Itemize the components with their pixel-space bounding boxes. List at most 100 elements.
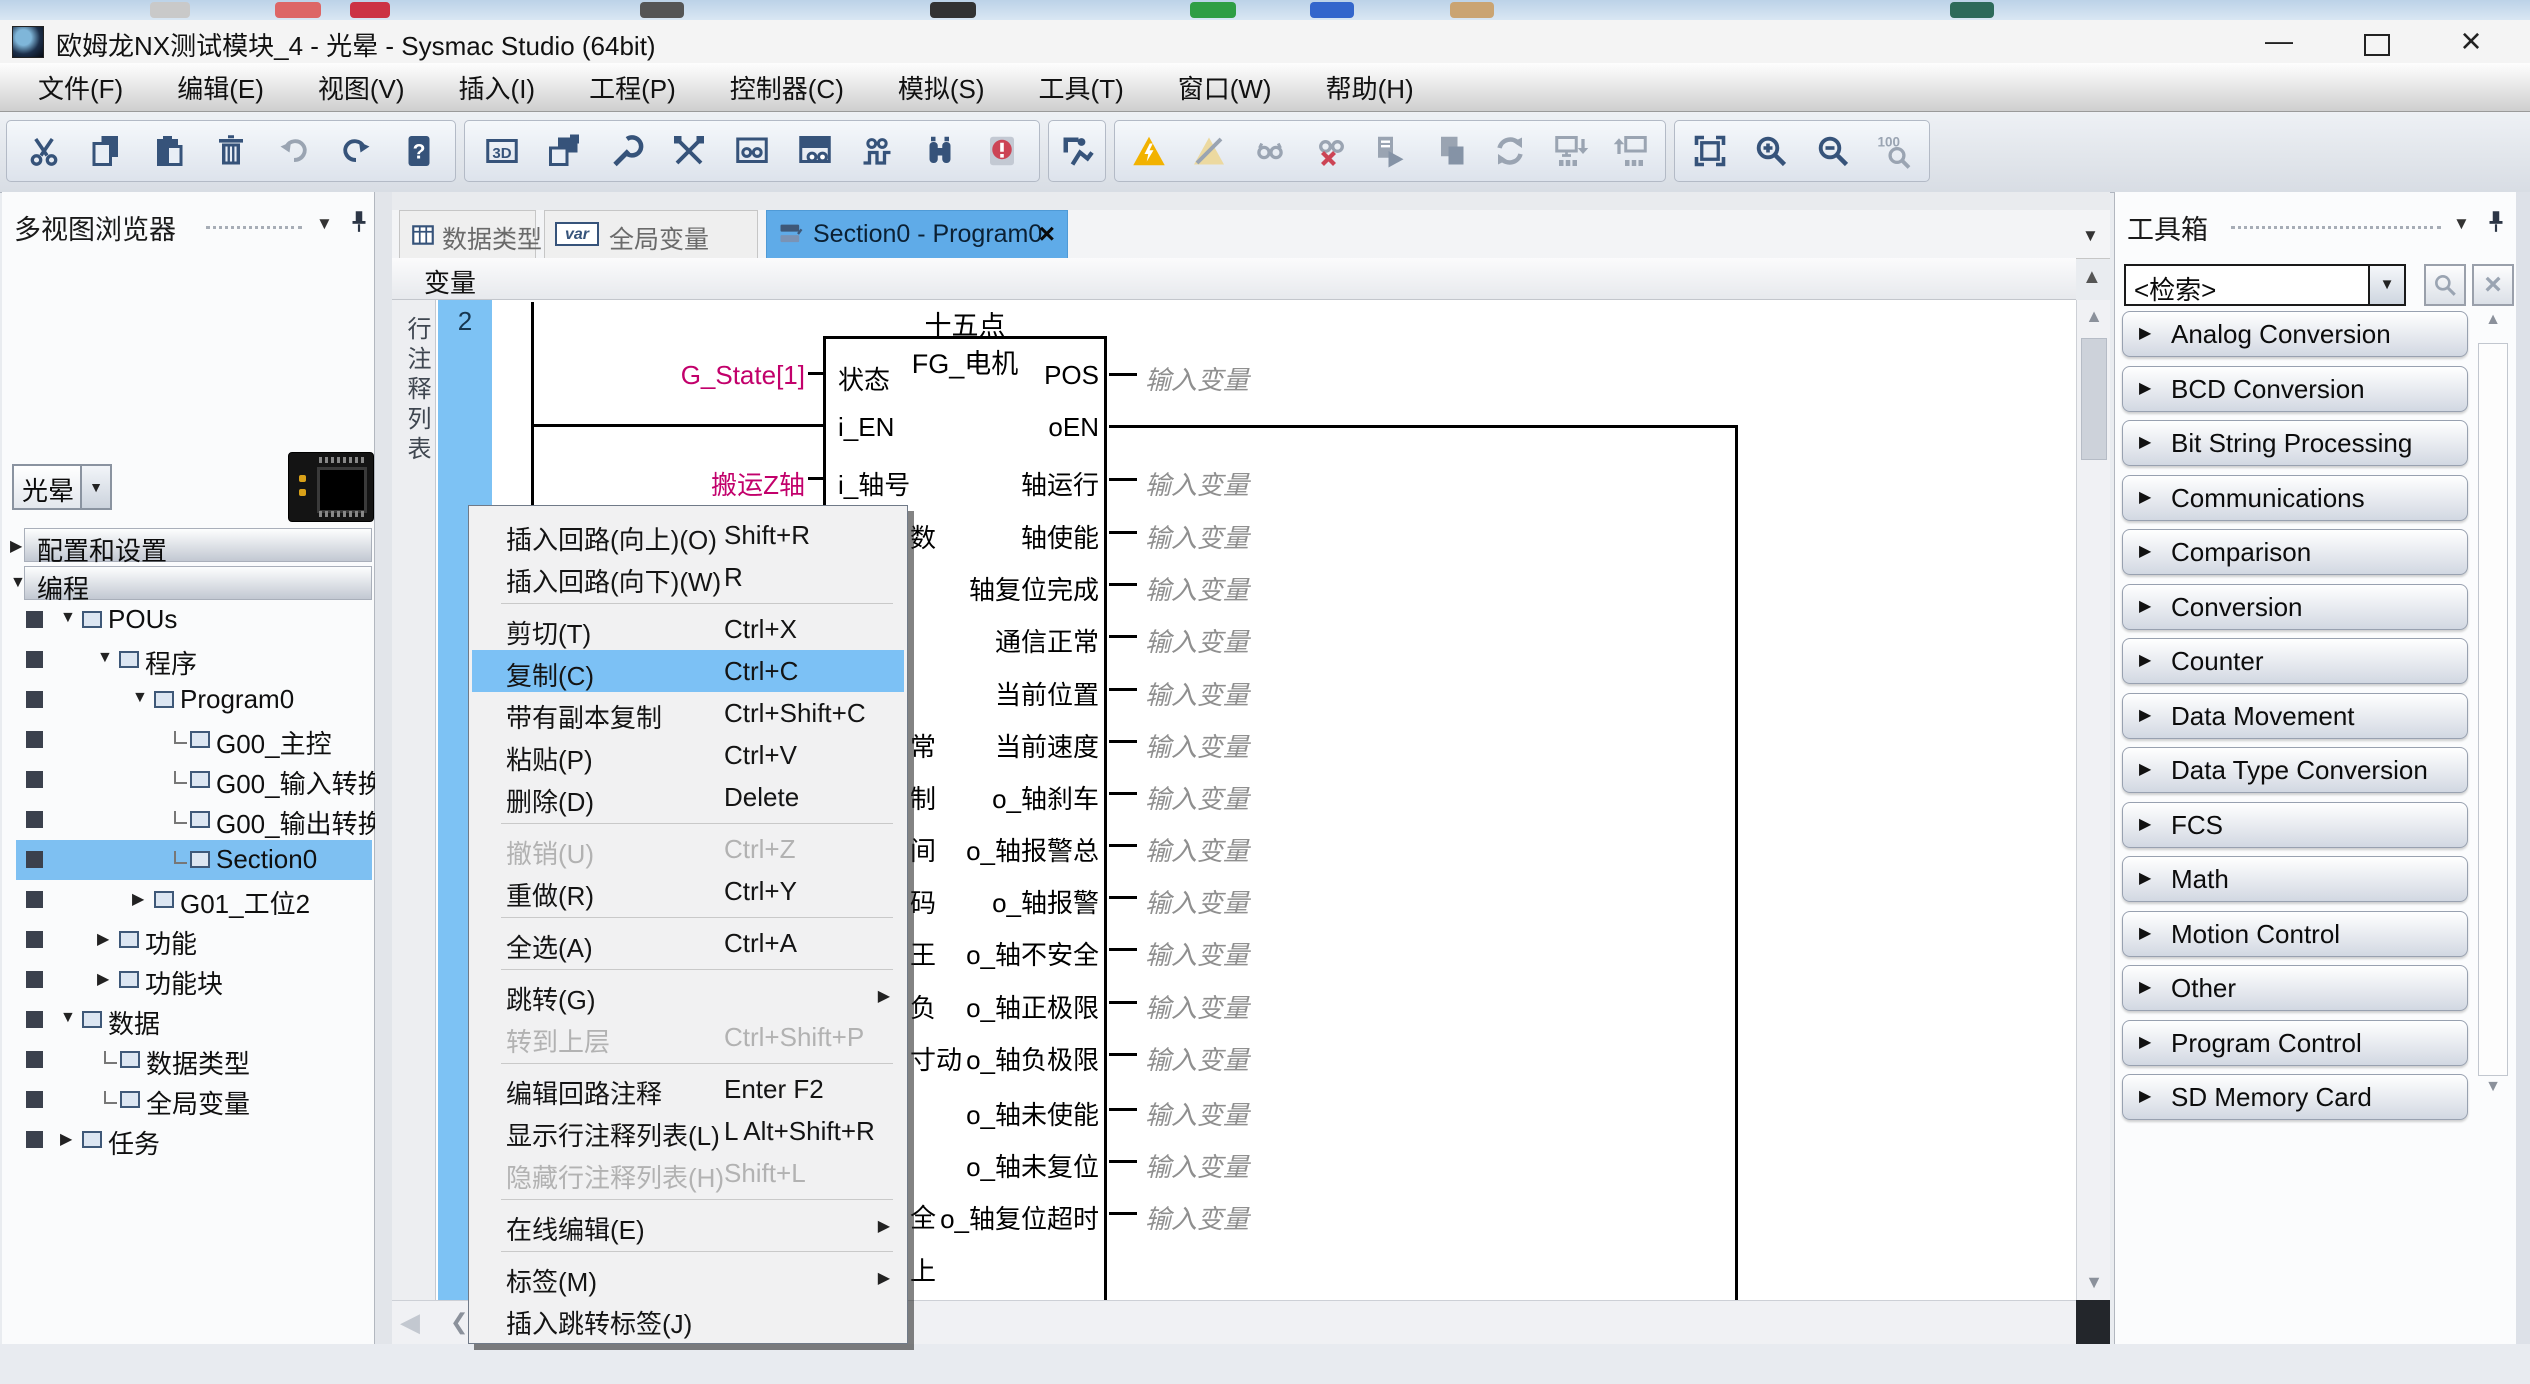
expand-arrow-icon[interactable]: ▶	[97, 929, 109, 949]
toolbox-category-communications[interactable]: ▶Communications	[2122, 475, 2468, 521]
device-selector[interactable]: 光晕 ▼	[12, 464, 112, 510]
toolbox-category-sd-memory-card[interactable]: ▶SD Memory Card	[2122, 1074, 2468, 1120]
fit-to-window-icon[interactable]	[1684, 125, 1736, 177]
collapse-arrow-icon[interactable]: ▼	[132, 689, 148, 707]
chevron-down-icon[interactable]: ▼	[80, 466, 110, 508]
menu-controller[interactable]: 控制器(C)	[706, 65, 868, 110]
expand-arrow-icon[interactable]: ▶	[10, 536, 22, 556]
expand-arrow-icon[interactable]: ▶	[132, 889, 144, 909]
tree-item-programs[interactable]: ▼程序	[2, 640, 374, 680]
cross-reference-icon[interactable]	[789, 125, 841, 177]
fb-output-variable[interactable]: 输入变量	[1145, 465, 1249, 502]
menu-item-redo[interactable]: 重做(R)Ctrl+Y	[472, 870, 904, 912]
menu-project[interactable]: 工程(P)	[565, 65, 700, 110]
toolbox-category-program-control[interactable]: ▶Program Control	[2122, 1020, 2468, 1066]
tree-item-section0[interactable]: Section0	[2, 840, 374, 880]
chevron-down-icon[interactable]: ▼	[2453, 214, 2470, 234]
tree-item-pous[interactable]: ▼POUs	[2, 600, 374, 640]
search-dropdown-icon[interactable]: ▼	[2368, 266, 2404, 304]
fb-output-variable[interactable]: 输入变量	[1145, 518, 1249, 555]
collapse-up-icon[interactable]: ▲	[2082, 266, 2102, 289]
tab-list-chevron-icon[interactable]: ▼	[2082, 226, 2099, 246]
paste-icon[interactable]	[143, 125, 195, 177]
warning-disabled-icon[interactable]	[1183, 125, 1235, 177]
scroll-down-icon[interactable]: ▼	[2077, 1272, 2111, 1293]
redo-icon[interactable]	[330, 125, 382, 177]
toolbox-category-counter[interactable]: ▶Counter	[2122, 638, 2468, 684]
tab-global-variables[interactable]: var 全局变量	[544, 210, 758, 258]
collapse-arrow-icon[interactable]: ▼	[60, 609, 76, 627]
fb-output-variable[interactable]: 输入变量	[1145, 675, 1249, 712]
fb-output-variable[interactable]: 输入变量	[1145, 622, 1249, 659]
close-button[interactable]: ×	[2440, 22, 2502, 60]
menu-item-show-line-comment-list[interactable]: 显示行注释列表(L)L Alt+Shift+R	[472, 1110, 904, 1152]
menu-file[interactable]: 文件(F)	[14, 65, 147, 110]
build-controller-icon[interactable]	[601, 125, 653, 177]
fb-output-variable[interactable]: 输入变量	[1145, 1040, 1249, 1077]
zoom-in-icon[interactable]	[1745, 125, 1797, 177]
3d-simulation-icon[interactable]: 3D	[476, 125, 528, 177]
menu-item-insert-jump-label[interactable]: 插入跳转标签(J)	[472, 1298, 904, 1340]
menu-item-paste[interactable]: 粘贴(P)Ctrl+V	[472, 734, 904, 776]
menu-item-copy[interactable]: 复制(C)Ctrl+C	[472, 650, 904, 692]
fb-output-pin[interactable]: oEN	[835, 412, 1099, 443]
tree-section-config[interactable]: 配置和设置	[24, 528, 372, 562]
fb-output-variable[interactable]: 输入变量	[1145, 883, 1249, 920]
pin-icon[interactable]	[346, 208, 372, 239]
zoom-out-icon[interactable]	[1807, 125, 1859, 177]
maximize-button[interactable]	[2344, 22, 2406, 60]
menu-help[interactable]: 帮助(H)	[1302, 65, 1438, 110]
toolbox-category-motion-control[interactable]: ▶Motion Control	[2122, 911, 2468, 957]
tree-item-functions[interactable]: ▶功能	[2, 920, 374, 960]
cut-icon[interactable]	[18, 125, 70, 177]
scroll-left-icon[interactable]: ◀	[400, 1307, 420, 1338]
menu-item-label[interactable]: 标签(M)▶	[472, 1256, 904, 1298]
warning-enabled-icon[interactable]	[1123, 125, 1175, 177]
menu-simulation[interactable]: 模拟(S)	[874, 65, 1009, 110]
help-icon[interactable]: ?	[393, 125, 445, 177]
program-copy-icon[interactable]	[1424, 125, 1476, 177]
toolbox-category-other[interactable]: ▶Other	[2122, 965, 2468, 1011]
output-window-icon[interactable]	[976, 125, 1028, 177]
expand-arrow-icon[interactable]: ▶	[97, 969, 109, 989]
tree-item-data-types[interactable]: 数据类型	[2, 1040, 374, 1080]
fb-output-variable[interactable]: 输入变量	[1145, 727, 1249, 764]
fb-output-variable[interactable]: 输入变量	[1145, 779, 1249, 816]
tree-section-programming[interactable]: 编程	[24, 566, 372, 600]
fb-output-variable[interactable]: 输入变量	[1145, 1199, 1249, 1236]
watch-window-icon[interactable]	[726, 125, 778, 177]
fb-output-variable[interactable]: 输入变量	[1145, 831, 1249, 868]
open-in-new-window-icon[interactable]	[538, 125, 590, 177]
menu-item-online-edit[interactable]: 在线编辑(E)▶	[472, 1204, 904, 1246]
zoom-100-icon[interactable]: 100	[1868, 125, 1920, 177]
abort-build-icon[interactable]	[663, 125, 715, 177]
menu-item-insert-rung-above[interactable]: 插入回路(向上)(O)Shift+R	[472, 514, 904, 556]
fb-input-variable[interactable]: G_State[1]	[645, 360, 805, 391]
menu-item-cut[interactable]: 剪切(T)Ctrl+X	[472, 608, 904, 650]
fb-output-pin[interactable]: 轴运行	[835, 465, 1099, 502]
pin-icon[interactable]	[2483, 208, 2509, 239]
menu-view[interactable]: 视图(V)	[294, 65, 429, 110]
fb-output-pin[interactable]: POS	[835, 360, 1099, 391]
toolbox-category-data-movement[interactable]: ▶Data Movement	[2122, 693, 2468, 739]
fb-output-variable[interactable]: 输入变量	[1145, 570, 1249, 607]
fb-output-variable[interactable]: 输入变量	[1145, 935, 1249, 972]
tree-item-program0[interactable]: ▼Program0	[2, 680, 374, 720]
monitor-stop-icon[interactable]	[1304, 125, 1356, 177]
toolbox-category-conversion[interactable]: ▶Conversion	[2122, 584, 2468, 630]
menu-insert[interactable]: 插入(I)	[435, 65, 560, 110]
menu-item-edit-rung-comment[interactable]: 编辑回路注释Enter F2	[472, 1068, 904, 1110]
monitor-icon[interactable]	[1244, 125, 1296, 177]
fb-output-variable[interactable]: 输入变量	[1145, 1147, 1249, 1184]
fb-output-variable[interactable]: 输入变量	[1145, 360, 1249, 397]
toolbox-category-bit-string-processing[interactable]: ▶Bit String Processing	[2122, 420, 2468, 466]
fb-output-variable[interactable]: 输入变量	[1145, 988, 1249, 1025]
expand-arrow-icon[interactable]: ▶	[60, 1129, 72, 1149]
copy-icon[interactable]	[80, 125, 132, 177]
rung-comment-strip[interactable]: 行注释列表	[392, 300, 436, 1300]
toolbox-category-fcs[interactable]: ▶FCS	[2122, 802, 2468, 848]
tree-item-g00-output-convert[interactable]: G00_输出转换	[2, 800, 374, 840]
undo-icon[interactable]	[268, 125, 320, 177]
menu-edit[interactable]: 编辑(E)	[153, 65, 288, 110]
toolbox-scroll-up-icon[interactable]: ▲	[2478, 311, 2508, 329]
